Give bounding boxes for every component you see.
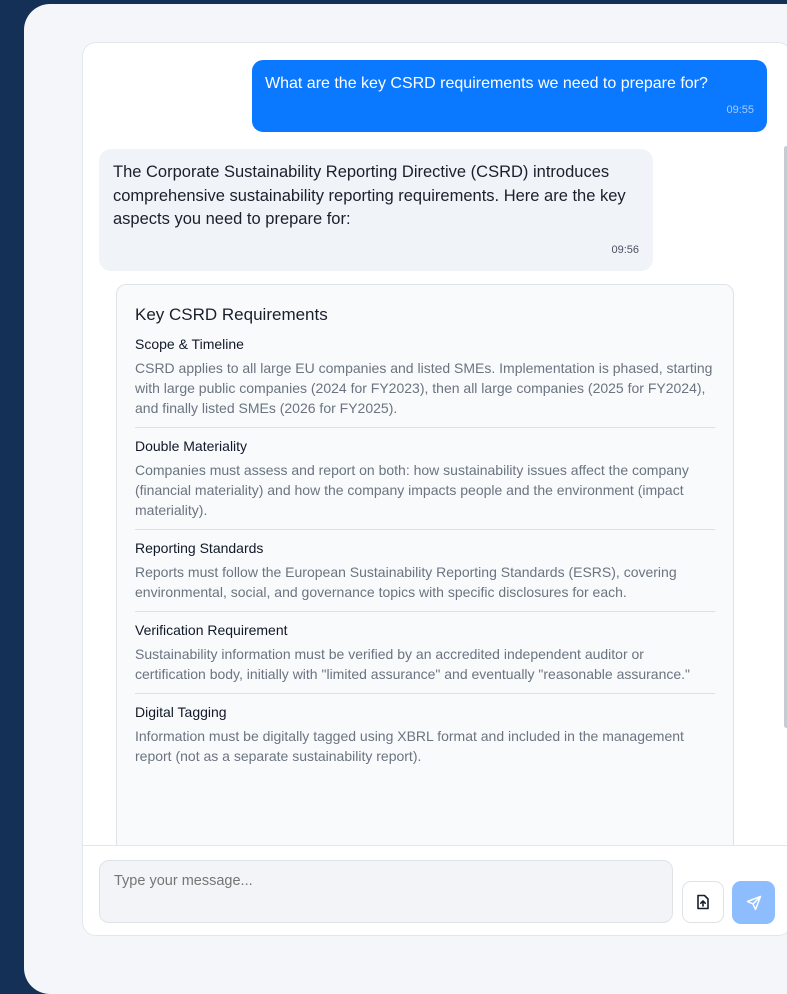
requirement-heading: Digital Tagging	[135, 704, 227, 720]
assistant-message-text: The Corporate Sustainability Reporting D…	[113, 163, 626, 228]
requirement-heading: Double Materiality	[135, 438, 248, 454]
chat-window: What are the key CSRD requirements we ne…	[82, 42, 787, 936]
message-input[interactable]	[99, 860, 673, 923]
requirement-body: Sustainability information must be verif…	[135, 646, 691, 682]
requirement-body: Companies must assess and report on both…	[135, 462, 689, 518]
requirement-body: CSRD applies to all large EU companies a…	[135, 360, 713, 416]
requirement-section: Digital Tagging Information must be digi…	[135, 704, 715, 775]
attach-file-button[interactable]	[682, 881, 724, 923]
app-card: What are the key CSRD requirements we ne…	[24, 4, 787, 994]
assistant-message: The Corporate Sustainability Reporting D…	[99, 149, 653, 271]
requirement-heading: Reporting Standards	[135, 540, 264, 556]
requirement-body: Reports must follow the European Sustain…	[135, 564, 677, 600]
file-upload-icon	[697, 894, 709, 910]
requirements-card: Key CSRD Requirements Scope & Timeline C…	[116, 284, 734, 845]
requirement-section: Verification Requirement Sustainability …	[135, 622, 715, 694]
requirement-heading: Verification Requirement	[135, 622, 288, 638]
requirement-heading: Scope & Timeline	[135, 336, 244, 352]
assistant-message-time: 09:56	[611, 244, 639, 256]
requirement-body: Information must be digitally tagged usi…	[135, 728, 684, 764]
message-list[interactable]: What are the key CSRD requirements we ne…	[83, 43, 787, 845]
requirements-title: Key CSRD Requirements	[135, 305, 328, 324]
requirement-section: Reporting Standards Reports must follow …	[135, 540, 715, 612]
user-message-text: What are the key CSRD requirements we ne…	[265, 75, 708, 92]
send-icon	[746, 895, 761, 910]
requirement-section: Scope & Timeline CSRD applies to all lar…	[135, 336, 715, 428]
send-button[interactable]	[732, 881, 775, 924]
requirement-section: Double Materiality Companies must assess…	[135, 438, 715, 530]
user-message-time: 09:55	[726, 104, 754, 116]
user-message: What are the key CSRD requirements we ne…	[252, 60, 767, 132]
composer	[83, 845, 787, 935]
